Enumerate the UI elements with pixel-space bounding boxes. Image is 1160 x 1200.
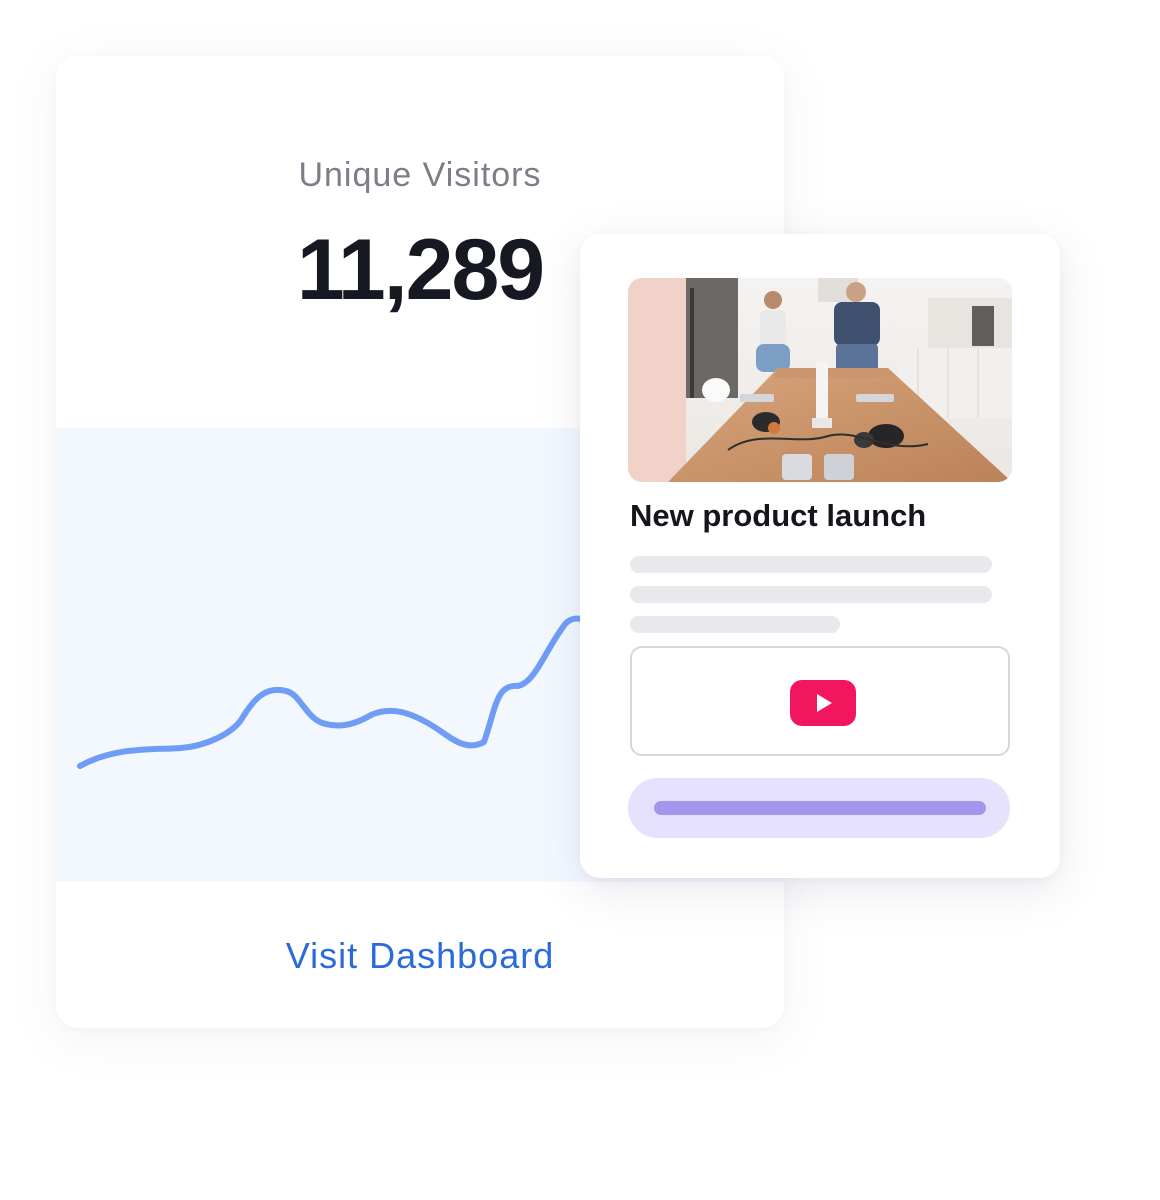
product-launch-card: New product launch	[580, 234, 1060, 878]
visitors-trend-line	[77, 615, 593, 769]
play-button[interactable]	[790, 680, 856, 726]
office-photo	[628, 278, 1012, 482]
text-placeholder-line	[630, 616, 840, 633]
cta-label-placeholder	[654, 801, 986, 815]
cta-button[interactable]	[628, 778, 1010, 838]
stats-label: Unique Visitors	[298, 156, 542, 194]
video-embed[interactable]	[630, 646, 1010, 756]
promo-title: New product launch	[630, 498, 927, 533]
office-photo-illustration	[628, 278, 1012, 482]
text-placeholder-line	[630, 556, 992, 573]
play-icon	[817, 694, 832, 712]
text-placeholder-line	[630, 586, 992, 603]
visit-dashboard-link[interactable]: Visit Dashboard	[56, 930, 784, 982]
